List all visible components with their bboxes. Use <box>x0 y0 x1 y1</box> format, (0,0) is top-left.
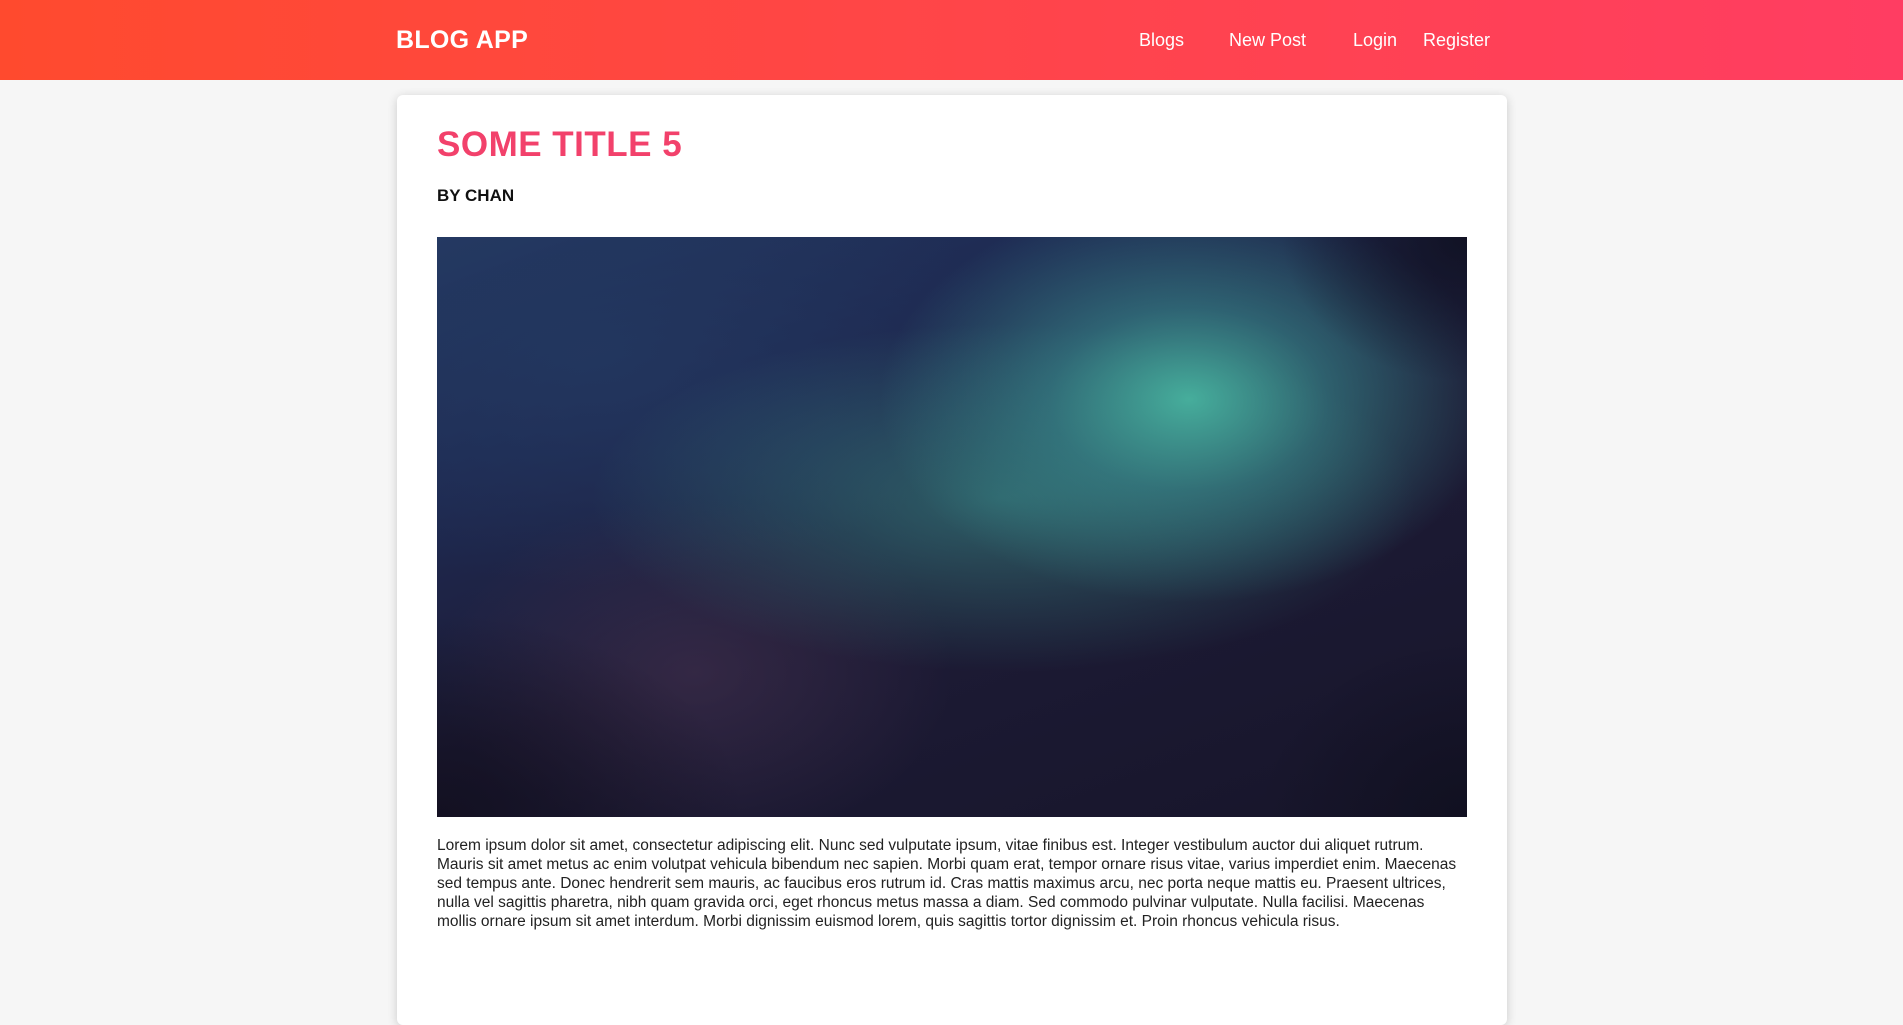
top-navbar: BLOG APP Blogs New Post Login Register <box>0 0 1903 80</box>
nav-register-link[interactable]: Register <box>1423 30 1490 51</box>
nav-login-link[interactable]: Login <box>1353 30 1397 51</box>
post-title: SOME TITLE 5 <box>437 125 683 164</box>
post-body-text: Lorem ipsum dolor sit amet, consectetur … <box>437 837 1457 930</box>
post-cover-image <box>437 237 1467 817</box>
brand-logo-link[interactable]: BLOG APP <box>396 26 528 55</box>
post-card: SOME TITLE 5 BY CHAN Lorem ipsum dolor s… <box>397 95 1507 1025</box>
nav-blogs-link[interactable]: Blogs <box>1139 30 1184 51</box>
post-author: BY CHAN <box>437 186 515 205</box>
nav-new-post-link[interactable]: New Post <box>1229 30 1306 51</box>
